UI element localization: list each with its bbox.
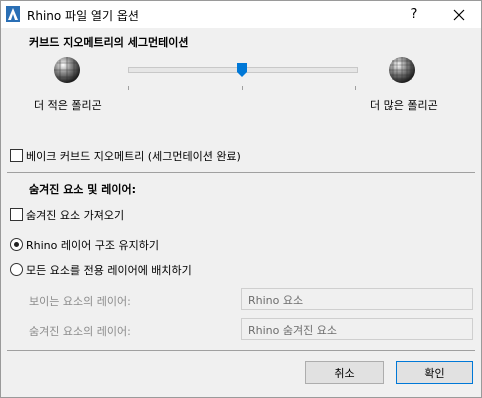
dedicated-layer-radio[interactable] [10, 263, 23, 276]
more-polygons-label: 더 많은 폴리곤 [370, 99, 438, 112]
keep-layers-radio[interactable] [10, 238, 23, 251]
separator [7, 172, 475, 173]
visible-layer-field[interactable]: Rhino 요소 [241, 288, 473, 310]
keep-layers-label: Rhino 레이어 구조 유지하기 [26, 239, 159, 252]
bake-geometry-label: 베이크 커브드 지오메트리 (세그먼테이션 완료) [26, 150, 241, 163]
title-bar: Rhino 파일 열기 옵션 ? [1, 1, 481, 28]
hidden-layer-label: 숨겨진 요소의 레이어: [29, 325, 131, 338]
ok-button[interactable]: 확인 [396, 361, 473, 384]
ok-label: 확인 [424, 366, 445, 380]
import-hidden-label: 숨겨진 요소 가져오기 [26, 209, 125, 222]
low-poly-sphere-icon [54, 57, 80, 83]
help-label: ? [410, 7, 418, 22]
visible-layer-label: 보이는 요소의 레이어: [29, 295, 131, 308]
hidden-layer-field[interactable]: Rhino 숨겨진 요소 [241, 318, 473, 340]
fewer-polygons-label: 더 적은 폴리곤 [34, 99, 102, 112]
segmentation-slider-thumb[interactable] [237, 63, 247, 77]
separator [7, 350, 475, 351]
segmentation-section-label: 커브드 지오메트리의 세그먼테이션 [29, 36, 189, 49]
dialog-title: Rhino 파일 열기 옵션 [27, 9, 139, 23]
dedicated-layer-label: 모든 요소를 전용 레이어에 배치하기 [26, 264, 192, 277]
help-button[interactable]: ? [393, 1, 435, 28]
cancel-label: 취소 [334, 366, 355, 380]
slider-tick [355, 86, 356, 90]
rhino-app-icon [6, 6, 20, 22]
high-poly-sphere-icon [389, 57, 415, 83]
import-hidden-checkbox[interactable] [10, 208, 23, 221]
hidden-section-label: 숨겨진 요소 및 레이어: [29, 183, 136, 196]
close-icon [453, 9, 465, 20]
close-button[interactable] [437, 1, 481, 28]
slider-tick [242, 86, 243, 90]
cancel-button[interactable]: 취소 [305, 361, 384, 384]
slider-tick [128, 86, 129, 90]
dialog-window: Rhino 파일 열기 옵션 ? 커브드 지오메트리의 세그먼테이션 더 적은 … [0, 0, 482, 398]
bake-geometry-checkbox[interactable] [10, 149, 23, 162]
